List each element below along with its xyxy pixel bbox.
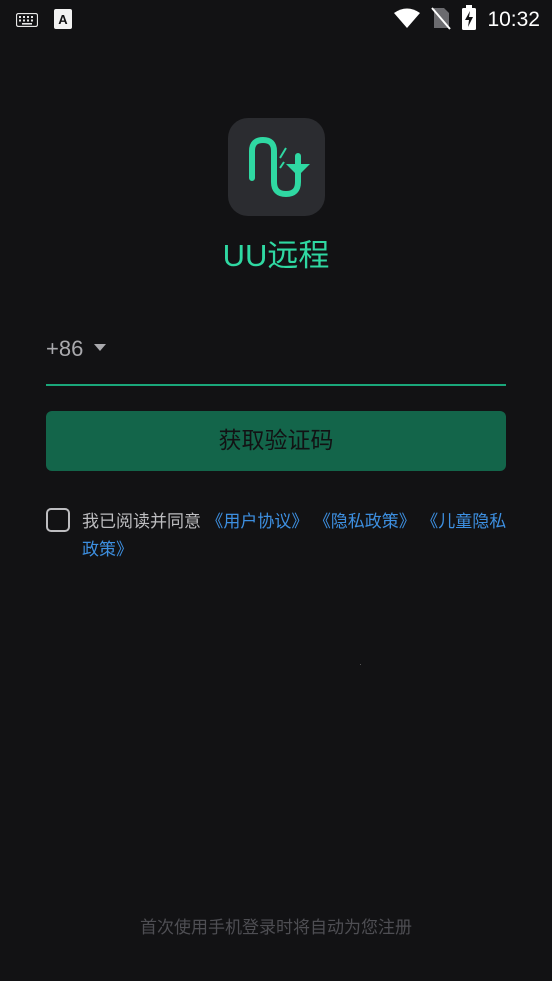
status-bar: A 10:32 <box>0 0 552 38</box>
keyboard-icon <box>15 12 39 31</box>
app-name: UU远程 <box>222 238 330 273</box>
phone-input[interactable] <box>118 330 508 384</box>
get-code-button[interactable]: 获取验证码 <box>46 411 506 471</box>
phone-underline <box>46 384 506 386</box>
agreement-prefix: 我已阅读并同意 <box>82 512 201 532</box>
wifi-icon <box>393 7 421 33</box>
no-sim-icon <box>431 6 452 34</box>
register-note: 首次使用手机登录时将自动为您注册 <box>140 918 412 938</box>
agreement-text: 我已阅读并同意 《用户协议》 《隐私政策》 《儿童隐私政策》 <box>82 508 508 564</box>
login-screen: A 10:32 UU远程 +86 获取验证码 我已阅读并同意 《用户协议》 《隐… <box>0 0 552 981</box>
battery-charging-icon <box>461 5 477 35</box>
country-code-selector[interactable]: +86 <box>46 336 83 362</box>
user-agreement-link[interactable]: 《用户协议》 <box>206 512 308 532</box>
clock: 10:32 <box>487 8 540 31</box>
svg-text:A: A <box>58 12 68 27</box>
phone-field: +86 <box>46 330 508 386</box>
privacy-policy-link[interactable]: 《隐私政策》 <box>314 512 416 532</box>
uu-logo-icon <box>228 136 325 220</box>
agreement-checkbox[interactable] <box>46 508 70 532</box>
divider-dot <box>360 664 361 665</box>
app-logo <box>228 118 325 216</box>
text-a-icon: A <box>54 9 72 33</box>
caret-down-icon[interactable] <box>94 344 106 351</box>
